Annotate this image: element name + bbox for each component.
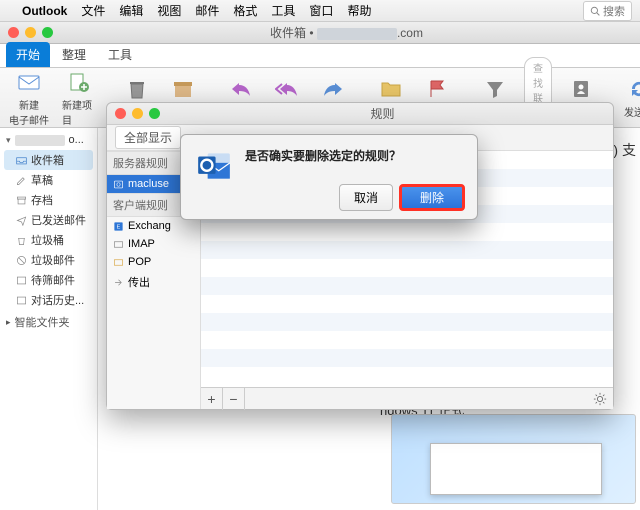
client-rule-imap[interactable]: IMAP — [107, 235, 200, 253]
rules-footer: + − — [201, 387, 613, 409]
show-all-button[interactable]: 全部显示 — [115, 126, 181, 149]
window-title: 收件箱 • .com — [61, 24, 632, 41]
sidebar-item-drafts[interactable]: 草稿 — [4, 170, 93, 190]
rules-titlebar: 规则 — [107, 103, 613, 125]
tab-organize[interactable]: 整理 — [52, 42, 96, 67]
rule-settings-button[interactable] — [587, 392, 613, 406]
client-rule-pop[interactable]: POP — [107, 253, 200, 271]
funnel-icon — [482, 76, 508, 102]
remove-rule-button[interactable]: − — [223, 388, 245, 410]
sidebar-item-inbox[interactable]: 收件箱 — [4, 150, 93, 170]
outlook-app-icon — [195, 147, 233, 185]
reply-all-icon — [274, 76, 300, 102]
sync-icon — [626, 76, 640, 102]
sidebar-item-trash[interactable]: 垃圾桶 — [4, 230, 93, 250]
menu-window[interactable]: 窗口 — [309, 2, 333, 19]
envelope-icon — [16, 69, 42, 95]
client-rule-outgoing[interactable]: 传出 — [107, 271, 200, 293]
trash-icon — [124, 76, 150, 102]
mac-menubar: Outlook 文件 编辑 视图 邮件 格式 工具 窗口 帮助 搜索 — [0, 0, 640, 22]
addressbook-icon — [568, 76, 594, 102]
menu-format[interactable]: 格式 — [233, 2, 257, 19]
app-name[interactable]: Outlook — [22, 4, 67, 18]
window-titlebar: 收件箱 • .com — [0, 22, 640, 44]
archive-icon — [170, 76, 196, 102]
new-item-icon — [66, 69, 92, 95]
smart-folders-header[interactable]: ▸智能文件夹 — [4, 310, 93, 332]
folder-sidebar: ▾o... 收件箱 草稿 存档 已发送邮件 垃圾桶 垃圾邮件 待筛邮件 对话历史… — [0, 128, 98, 510]
rules-window-controls[interactable] — [115, 108, 160, 119]
cancel-button[interactable]: 取消 — [339, 184, 393, 211]
tab-tools[interactable]: 工具 — [98, 42, 142, 67]
send-receive-button[interactable]: 发送和 — [622, 76, 640, 119]
new-item-button[interactable]: 新建项目 — [62, 69, 96, 127]
reply-icon — [228, 76, 254, 102]
menu-help[interactable]: 帮助 — [347, 2, 371, 19]
folder-move-icon — [378, 76, 404, 102]
new-mail-button[interactable]: 新建 电子邮件 — [8, 69, 50, 127]
message-image — [391, 414, 636, 504]
svg-text:O: O — [116, 182, 121, 188]
account-header[interactable]: ▾o... — [4, 132, 93, 148]
tab-start[interactable]: 开始 — [6, 42, 50, 67]
sidebar-item-sent[interactable]: 已发送邮件 — [4, 210, 93, 230]
sidebar-item-history[interactable]: 对话历史... — [4, 290, 93, 310]
delete-button[interactable]: 删除 — [399, 184, 465, 211]
menu-edit[interactable]: 编辑 — [119, 2, 143, 19]
menu-file[interactable]: 文件 — [81, 2, 105, 19]
window-controls[interactable] — [8, 27, 53, 38]
confirm-delete-dialog: 是否确实要删除选定的规则？ 取消 删除 — [180, 134, 478, 220]
menu-view[interactable]: 视图 — [157, 2, 181, 19]
sidebar-item-spam[interactable]: 垃圾邮件 — [4, 250, 93, 270]
sidebar-item-archive[interactable]: 存档 — [4, 190, 93, 210]
add-rule-button[interactable]: + — [201, 388, 223, 410]
forward-icon — [320, 76, 346, 102]
menu-mail[interactable]: 邮件 — [195, 2, 219, 19]
menu-tools[interactable]: 工具 — [271, 2, 295, 19]
svg-text:E: E — [117, 224, 121, 230]
flag-icon — [424, 76, 450, 102]
sidebar-item-pending[interactable]: 待筛邮件 — [4, 270, 93, 290]
spotlight-search[interactable]: 搜索 — [583, 1, 632, 21]
